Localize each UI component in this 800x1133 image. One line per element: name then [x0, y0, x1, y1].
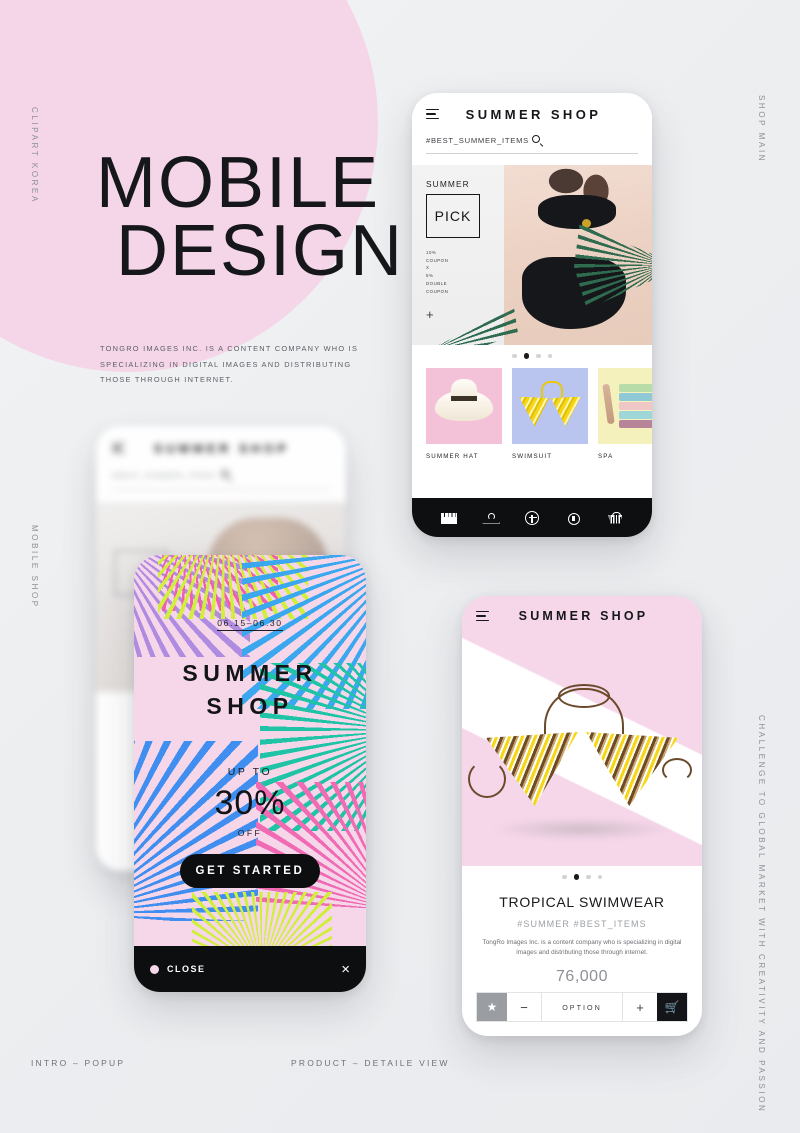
poster-stage: CLIPART KOREA MOBILE SHOP SHOP MAIN CHAL… — [0, 0, 800, 1133]
blurred-header: SUMMER SHOP — [96, 426, 346, 470]
popup-content: 06.15–06.30 SUMMER SHOP UP TO 30% OFF — [134, 613, 366, 838]
blurred-title: SUMMER SHOP — [153, 440, 290, 456]
carousel-dot[interactable] — [586, 874, 591, 879]
label-challenge-tagline: CHALLENGE TO GLOBAL MARKET WITH CREATIVI… — [757, 715, 766, 1114]
category-row: SUMMER HAT SWIMSUIT SPA — [412, 359, 652, 460]
soap-stack-icon — [602, 383, 652, 428]
popup-title: SUMMER SHOP — [134, 657, 366, 722]
favorite-button[interactable]: ★ — [477, 993, 507, 1021]
carousel-dot[interactable] — [512, 353, 517, 358]
add-to-cart-button[interactable]: 🛒 — [657, 993, 687, 1021]
carousel-dot[interactable] — [536, 353, 541, 358]
pick-badge: PICK — [426, 194, 480, 238]
carousel-dot[interactable] — [597, 874, 602, 879]
summer-pick-badge: SUMMER PICK 10% COUPON X 5% DOUBLE COUPO… — [426, 179, 492, 321]
search-value: #BEST_SUMMER_ITEMS — [426, 136, 529, 145]
product-carousel-dots[interactable] — [462, 866, 702, 880]
coupon-text: 10% COUPON X 5% DOUBLE COUPON — [426, 250, 449, 294]
quantity-increase-button[interactable]: + — [622, 993, 657, 1021]
phone-shop-main: SUMMER SHOP #BEST_SUMMER_ITEMS SUMMER PI… — [412, 93, 652, 537]
bikini-top-shape — [538, 195, 616, 229]
banner-plus-icon[interactable]: + — [426, 308, 492, 321]
palm-leaf-lime-bottom-icon — [192, 892, 332, 946]
page-title: MOBILE DESIGN — [96, 147, 405, 291]
basket-icon[interactable] — [607, 510, 623, 526]
category-item-swimsuit[interactable]: SWIMSUIT — [512, 367, 588, 460]
hero-banner[interactable]: SUMMER PICK 10% COUPON X 5% DOUBLE COUPO… — [412, 165, 652, 345]
close-label[interactable]: CLOSE — [167, 964, 341, 974]
page-title-line2: DESIGN — [116, 210, 405, 291]
product-description: TongRo Images Inc. is a content company … — [482, 938, 682, 957]
search-input[interactable]: #BEST_SUMMER_ITEMS — [426, 135, 638, 154]
category-thumb — [598, 367, 652, 444]
phone-intro-popup: 06.15–06.30 SUMMER SHOP UP TO 30% OFF GE… — [134, 555, 366, 992]
popup-discount-percent: 30% — [214, 784, 286, 823]
label-clipart-korea: CLIPART KOREA — [30, 107, 39, 204]
store-icon[interactable] — [440, 510, 457, 526]
category-item-spa[interactable]: SPA — [598, 367, 652, 460]
category-thumb — [512, 367, 588, 444]
quantity-decrease-button[interactable]: − — [507, 993, 542, 1021]
product-action-bar: ★ − OPTION + 🛒 — [476, 992, 688, 1022]
product-shadow — [490, 818, 674, 840]
hamburger-icon[interactable] — [426, 108, 439, 120]
category-label: SUMMER HAT — [426, 452, 479, 460]
plus-circle-icon[interactable] — [524, 510, 540, 526]
shop-main-header: SUMMER SHOP — [412, 93, 652, 135]
product-price: 76,000 — [556, 967, 608, 985]
category-thumb — [426, 367, 502, 444]
hero-description: TONGRO IMAGES INC. IS A CONTENT COMPANY … — [100, 344, 359, 384]
close-bullet-icon — [150, 964, 159, 974]
banner-label: SUMMER — [426, 179, 470, 189]
popup-off-label: OFF — [237, 828, 263, 839]
bikini-top-icon — [519, 380, 581, 431]
hamburger-icon — [112, 442, 125, 454]
popup-date-range: 06.15–06.30 — [217, 618, 283, 631]
search-icon — [221, 470, 330, 481]
carousel-dot[interactable] — [562, 874, 567, 879]
blurred-search-value: #BEST_SUMMER_ITEMS — [112, 471, 215, 480]
popup-title-line1: SUMMER — [182, 660, 318, 686]
product-detail-title: SUMMER SHOP — [518, 609, 649, 623]
hanger-icon[interactable] — [482, 510, 498, 526]
category-item-summer-hat[interactable]: SUMMER HAT — [426, 367, 502, 460]
label-shop-main: SHOP MAIN — [757, 95, 766, 164]
product-detail-header: SUMMER SHOP — [462, 596, 702, 636]
caption-product-detail: PRODUCT – DETAILE VIEW — [291, 1058, 450, 1068]
shop-main-title: SUMMER SHOP — [465, 106, 602, 122]
hero-block: MOBILE DESIGN TONGRO IMAGES INC. IS A CO… — [96, 147, 405, 387]
popup-close-bar[interactable]: CLOSE × — [134, 946, 366, 992]
swimwear-product-icon — [468, 684, 692, 816]
bottom-navigation-bar — [412, 498, 652, 537]
option-selector[interactable]: OPTION — [542, 993, 622, 1021]
popup-up-to-label: UP TO — [227, 766, 273, 779]
carousel-dots[interactable] — [412, 345, 652, 359]
carousel-dot-active[interactable] — [523, 353, 529, 359]
category-label: SPA — [598, 452, 614, 460]
search-icon[interactable] — [532, 135, 638, 146]
sun-hat-icon — [435, 378, 493, 421]
get-started-button[interactable]: GET STARTED — [180, 854, 320, 888]
category-label: SWIMSUIT — [512, 452, 553, 460]
alarm-clock-icon[interactable] — [566, 510, 582, 526]
phone-product-detail: SUMMER SHOP TROPICAL SWIMWEAR #SUMMER #B… — [462, 596, 702, 1036]
product-tags: #SUMMER #BEST_ITEMS — [517, 918, 647, 929]
carousel-dot-active[interactable] — [573, 874, 579, 880]
product-info: TROPICAL SWIMWEAR #SUMMER #BEST_ITEMS To… — [462, 880, 702, 986]
product-name: TROPICAL SWIMWEAR — [499, 893, 665, 910]
hamburger-icon[interactable] — [476, 610, 489, 622]
blurred-search-input: #BEST_SUMMER_ITEMS — [112, 470, 330, 490]
popup-title-line2: SHOP — [206, 692, 294, 719]
carousel-dot[interactable] — [547, 353, 552, 358]
label-mobile-shop: MOBILE SHOP — [30, 525, 39, 609]
product-image[interactable] — [462, 636, 702, 866]
caption-intro-popup: INTRO – POPUP — [31, 1058, 126, 1068]
close-icon[interactable]: × — [341, 962, 350, 977]
